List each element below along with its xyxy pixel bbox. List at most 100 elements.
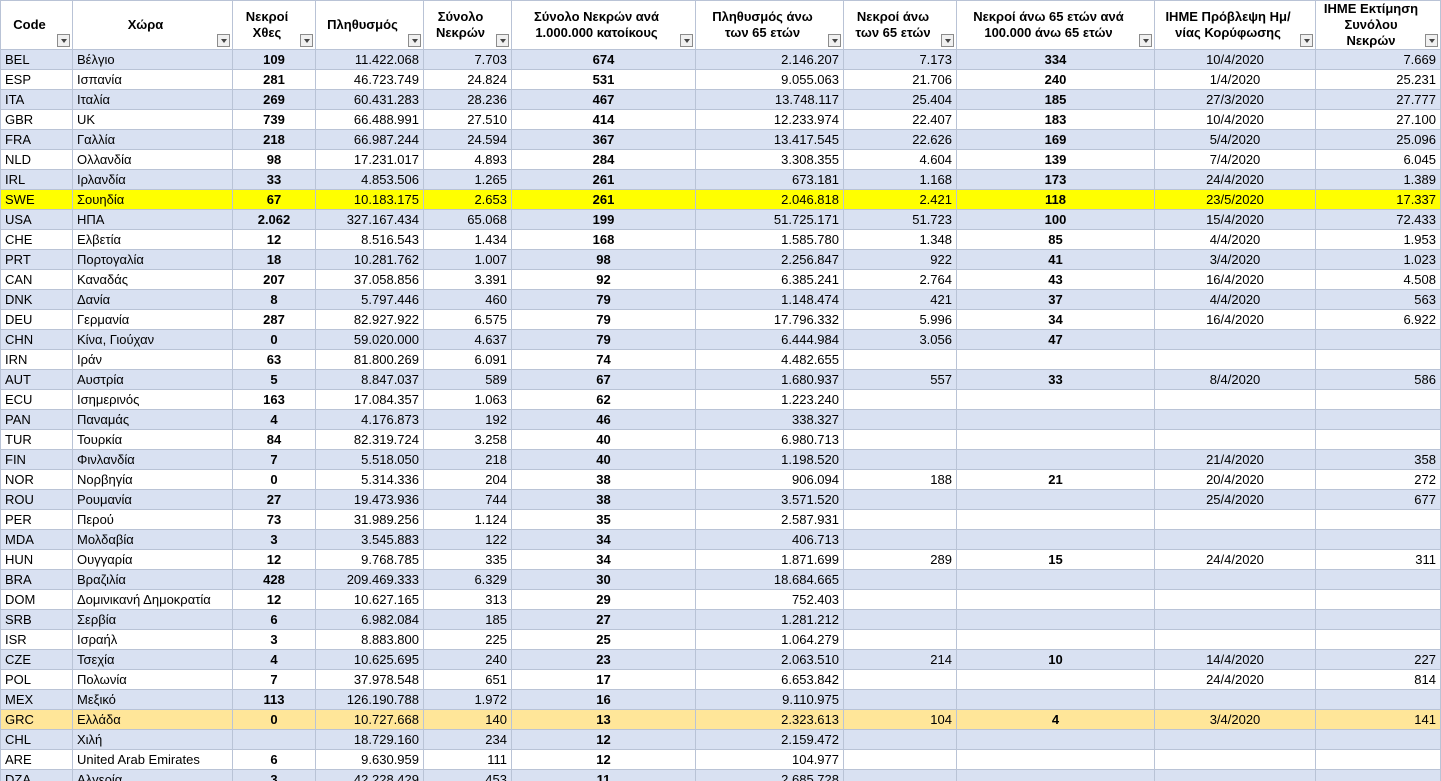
cell-deaths-over-65[interactable] [843, 429, 957, 450]
cell-deaths-yesterday[interactable]: 18 [232, 249, 316, 270]
cell-total-deaths[interactable]: 6.091 [423, 349, 512, 370]
cell-deaths-over-65[interactable] [843, 409, 957, 430]
cell-population[interactable]: 9.630.959 [315, 749, 424, 770]
cell-ihme-peak-date[interactable]: 27/3/2020 [1154, 89, 1316, 110]
cell-ihme-total-deaths[interactable]: 72.433 [1315, 209, 1441, 230]
cell-deaths-per-million[interactable]: 168 [511, 229, 696, 250]
cell-population-over-65[interactable]: 1.281.212 [695, 609, 844, 630]
cell-total-deaths[interactable]: 6.329 [423, 569, 512, 590]
cell-population-over-65[interactable]: 6.980.713 [695, 429, 844, 450]
cell-ihme-peak-date[interactable]: 3/4/2020 [1154, 249, 1316, 270]
cell-population-over-65[interactable]: 673.181 [695, 169, 844, 190]
cell-code[interactable]: USA [0, 209, 73, 230]
cell-ihme-total-deaths[interactable]: 563 [1315, 289, 1441, 310]
cell-population[interactable]: 37.978.548 [315, 669, 424, 690]
cell-deaths-per-million[interactable]: 30 [511, 569, 696, 590]
cell-deaths-yesterday[interactable]: 98 [232, 149, 316, 170]
cell-population-over-65[interactable]: 104.977 [695, 749, 844, 770]
cell-ihme-total-deaths[interactable]: 7.669 [1315, 49, 1441, 70]
cell-deaths-per-million[interactable]: 13 [511, 709, 696, 730]
cell-population[interactable]: 10.625.695 [315, 649, 424, 670]
cell-code[interactable]: FIN [0, 449, 73, 470]
cell-total-deaths[interactable]: 192 [423, 409, 512, 430]
cell-deaths-over-65-per-100k[interactable]: 118 [956, 189, 1155, 210]
cell-ihme-total-deaths[interactable] [1315, 509, 1441, 530]
column-header-deaths-yesterday[interactable]: Νεκροί Χθες [232, 0, 316, 50]
cell-total-deaths[interactable]: 1.972 [423, 689, 512, 710]
cell-population-over-65[interactable]: 18.684.665 [695, 569, 844, 590]
cell-deaths-over-65-per-100k[interactable] [956, 449, 1155, 470]
cell-deaths-over-65[interactable]: 51.723 [843, 209, 957, 230]
cell-deaths-over-65[interactable]: 922 [843, 249, 957, 270]
cell-deaths-per-million[interactable]: 98 [511, 249, 696, 270]
cell-country[interactable]: United Arab Emirates [72, 749, 233, 770]
cell-deaths-over-65[interactable] [843, 529, 957, 550]
cell-ihme-peak-date[interactable] [1154, 729, 1316, 750]
cell-ihme-peak-date[interactable]: 14/4/2020 [1154, 649, 1316, 670]
cell-code[interactable]: POL [0, 669, 73, 690]
cell-deaths-over-65[interactable] [843, 609, 957, 630]
cell-code[interactable]: PER [0, 509, 73, 530]
cell-ihme-peak-date[interactable] [1154, 529, 1316, 550]
cell-deaths-over-65[interactable]: 2.421 [843, 189, 957, 210]
cell-ihme-total-deaths[interactable] [1315, 629, 1441, 650]
cell-country[interactable]: Ιρλανδία [72, 169, 233, 190]
cell-deaths-yesterday[interactable]: 113 [232, 689, 316, 710]
cell-code[interactable]: NOR [0, 469, 73, 490]
cell-population-over-65[interactable]: 1.223.240 [695, 389, 844, 410]
cell-deaths-yesterday[interactable]: 4 [232, 649, 316, 670]
cell-deaths-over-65-per-100k[interactable]: 37 [956, 289, 1155, 310]
cell-ihme-peak-date[interactable] [1154, 509, 1316, 530]
cell-total-deaths[interactable]: 218 [423, 449, 512, 470]
cell-ihme-peak-date[interactable] [1154, 329, 1316, 350]
cell-deaths-per-million[interactable]: 17 [511, 669, 696, 690]
cell-ihme-total-deaths[interactable] [1315, 729, 1441, 750]
cell-deaths-over-65[interactable] [843, 669, 957, 690]
cell-population[interactable]: 17.231.017 [315, 149, 424, 170]
cell-code[interactable]: TUR [0, 429, 73, 450]
cell-deaths-yesterday[interactable]: 5 [232, 369, 316, 390]
filter-dropdown-icon[interactable] [680, 34, 693, 47]
cell-population[interactable]: 5.314.336 [315, 469, 424, 490]
cell-deaths-over-65-per-100k[interactable]: 169 [956, 129, 1155, 150]
cell-population-over-65[interactable]: 906.094 [695, 469, 844, 490]
cell-deaths-per-million[interactable]: 367 [511, 129, 696, 150]
cell-code[interactable]: CZE [0, 649, 73, 670]
cell-deaths-over-65-per-100k[interactable]: 4 [956, 709, 1155, 730]
column-header-ihme-peak-date[interactable]: IHME Πρόβλεψη Ημ/νίας Κορύφωσης [1154, 0, 1316, 50]
cell-population-over-65[interactable]: 752.403 [695, 589, 844, 610]
cell-population[interactable]: 11.422.068 [315, 49, 424, 70]
cell-population[interactable]: 8.847.037 [315, 369, 424, 390]
cell-code[interactable]: AUT [0, 369, 73, 390]
cell-population[interactable]: 126.190.788 [315, 689, 424, 710]
cell-ihme-total-deaths[interactable]: 6.922 [1315, 309, 1441, 330]
cell-code[interactable]: GRC [0, 709, 73, 730]
cell-code[interactable]: ISR [0, 629, 73, 650]
cell-deaths-yesterday[interactable]: 3 [232, 529, 316, 550]
cell-population-over-65[interactable]: 2.685.728 [695, 769, 844, 781]
cell-deaths-over-65-per-100k[interactable] [956, 509, 1155, 530]
cell-ihme-peak-date[interactable]: 16/4/2020 [1154, 269, 1316, 290]
cell-deaths-yesterday[interactable]: 3 [232, 769, 316, 781]
cell-population-over-65[interactable]: 9.110.975 [695, 689, 844, 710]
column-header-code[interactable]: Code [0, 0, 73, 50]
cell-deaths-per-million[interactable]: 38 [511, 469, 696, 490]
cell-deaths-over-65[interactable] [843, 569, 957, 590]
cell-code[interactable]: GBR [0, 109, 73, 130]
cell-ihme-peak-date[interactable] [1154, 609, 1316, 630]
cell-deaths-over-65-per-100k[interactable] [956, 609, 1155, 630]
cell-ihme-total-deaths[interactable]: 27.100 [1315, 109, 1441, 130]
cell-code[interactable]: BEL [0, 49, 73, 70]
cell-country[interactable]: Νορβηγία [72, 469, 233, 490]
cell-deaths-over-65[interactable] [843, 489, 957, 510]
cell-ihme-peak-date[interactable]: 7/4/2020 [1154, 149, 1316, 170]
cell-code[interactable]: CHN [0, 329, 73, 350]
cell-total-deaths[interactable]: 7.703 [423, 49, 512, 70]
cell-ihme-peak-date[interactable]: 21/4/2020 [1154, 449, 1316, 470]
cell-population[interactable]: 10.183.175 [315, 189, 424, 210]
cell-deaths-yesterday[interactable]: 109 [232, 49, 316, 70]
cell-country[interactable]: Τσεχία [72, 649, 233, 670]
cell-ihme-peak-date[interactable]: 8/4/2020 [1154, 369, 1316, 390]
cell-population-over-65[interactable]: 12.233.974 [695, 109, 844, 130]
cell-deaths-over-65-per-100k[interactable] [956, 489, 1155, 510]
